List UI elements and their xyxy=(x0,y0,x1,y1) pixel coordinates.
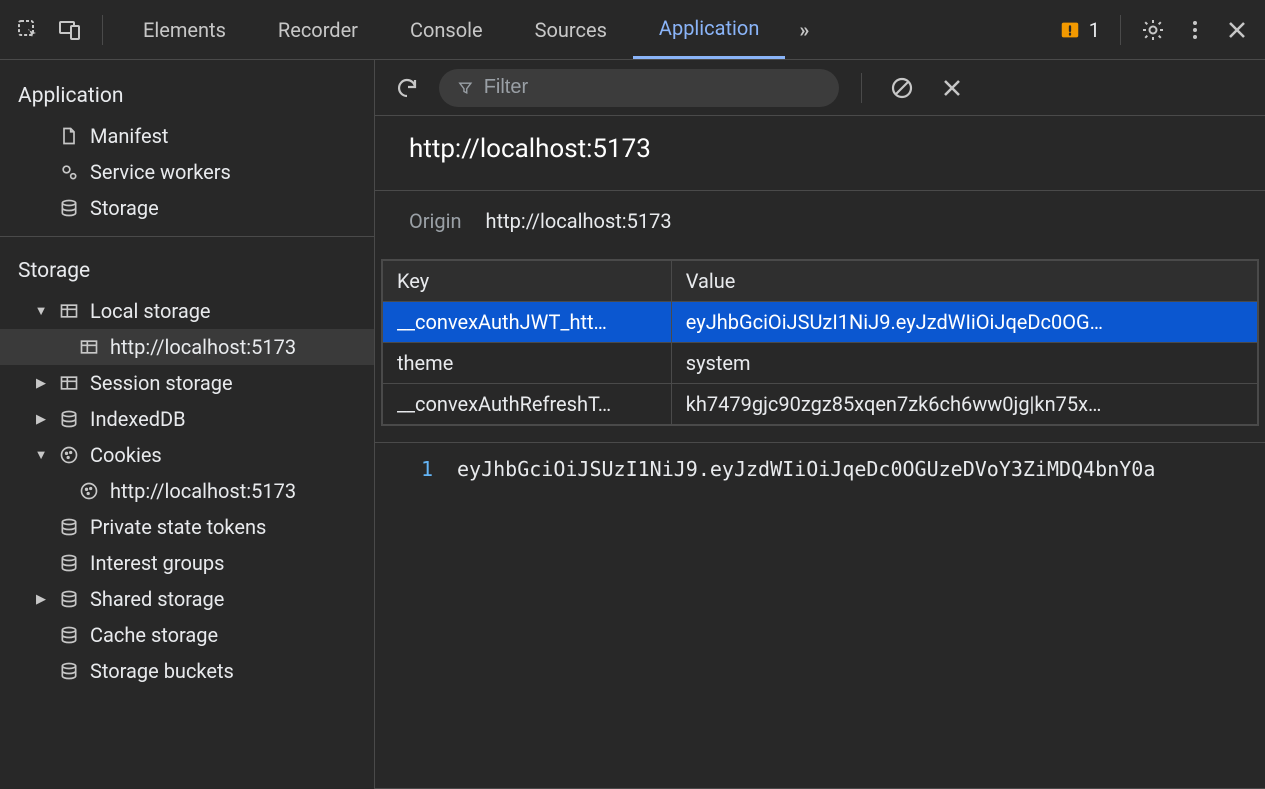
refresh-icon[interactable] xyxy=(389,70,425,106)
filter-icon xyxy=(457,79,474,97)
tab-console[interactable]: Console xyxy=(384,0,509,59)
chevron-right-icon: ▶ xyxy=(34,412,48,427)
close-icon[interactable] xyxy=(1219,12,1255,48)
sidebar-item-cookies-origin[interactable]: http://localhost:5173 xyxy=(0,473,374,509)
sidebar-item-label: Storage buckets xyxy=(90,659,234,683)
detail-value-text[interactable]: eyJhbGciOiJSUzI1NiJ9.eyJzdWIiOiJqeDc0OGU… xyxy=(457,457,1155,774)
sidebar-item-label: http://localhost:5173 xyxy=(110,479,296,503)
table-icon xyxy=(78,337,100,357)
cell-value: eyJhbGciOiJSUzI1NiJ9.eyJzdWIiOiJqeDc0OG… xyxy=(671,302,1257,343)
table-row[interactable]: theme system xyxy=(383,343,1258,384)
divider xyxy=(1120,15,1121,45)
filter-input[interactable] xyxy=(484,76,821,99)
file-icon xyxy=(58,126,80,146)
sidebar-item-session-storage[interactable]: ▶ Session storage xyxy=(0,365,374,401)
issues-badge[interactable]: 1 xyxy=(1053,18,1106,42)
sidebar-item-label: Storage xyxy=(90,196,159,220)
database-icon xyxy=(58,198,80,218)
content-pane: http://localhost:5173 Origin http://loca… xyxy=(375,60,1265,789)
table-icon xyxy=(58,301,80,321)
sidebar-item-indexeddb[interactable]: ▶ IndexedDB xyxy=(0,401,374,437)
sidebar-item-storage[interactable]: Storage xyxy=(0,190,374,226)
origin-label: Origin xyxy=(409,209,462,233)
sidebar-item-cookies[interactable]: ▼ Cookies xyxy=(0,437,374,473)
sidebar-item-label: http://localhost:5173 xyxy=(110,335,296,359)
tab-sources[interactable]: Sources xyxy=(509,0,633,59)
table-row[interactable]: __convexAuthJWT_htt… eyJhbGciOiJSUzI1NiJ… xyxy=(383,302,1258,343)
chevron-right-icon: ▶ xyxy=(34,592,48,607)
cell-key: theme xyxy=(383,343,672,384)
sidebar-item-label: Shared storage xyxy=(90,587,224,611)
sidebar-item-label: Private state tokens xyxy=(90,515,266,539)
column-value[interactable]: Value xyxy=(671,261,1257,302)
tab-application[interactable]: Application xyxy=(633,0,785,59)
sidebar-item-interest-groups[interactable]: Interest groups xyxy=(0,545,374,581)
cell-key: __convexAuthRefreshT… xyxy=(383,384,672,425)
cell-value: system xyxy=(671,343,1257,384)
sidebar-item-local-storage-origin[interactable]: http://localhost:5173 xyxy=(0,329,374,365)
origin-value: http://localhost:5173 xyxy=(486,209,672,233)
database-icon xyxy=(58,517,80,537)
sidebar-item-shared-storage[interactable]: ▶ Shared storage xyxy=(0,581,374,617)
delete-selected-icon[interactable] xyxy=(934,70,970,106)
kebab-menu-icon[interactable] xyxy=(1177,12,1213,48)
sidebar-item-label: Cache storage xyxy=(90,623,218,647)
divider xyxy=(102,15,103,45)
column-key[interactable]: Key xyxy=(383,261,672,302)
sidebar-item-private-state-tokens[interactable]: Private state tokens xyxy=(0,509,374,545)
filter-input-container[interactable] xyxy=(439,69,839,107)
cell-key: __convexAuthJWT_htt… xyxy=(383,302,672,343)
issues-count: 1 xyxy=(1089,18,1100,42)
device-toolbar-icon[interactable] xyxy=(52,12,88,48)
application-sidebar: Application Manifest Service workers Sto… xyxy=(0,60,375,789)
origin-header: http://localhost:5173 Origin http://loca… xyxy=(375,116,1265,259)
section-storage: Storage xyxy=(0,247,374,293)
database-icon xyxy=(58,589,80,609)
sidebar-item-service-workers[interactable]: Service workers xyxy=(0,154,374,190)
line-number: 1 xyxy=(393,457,433,774)
more-tabs-icon[interactable]: » xyxy=(785,18,823,42)
section-application: Application xyxy=(0,72,374,118)
sidebar-item-label: Cookies xyxy=(90,443,162,467)
tab-elements[interactable]: Elements xyxy=(117,0,252,59)
database-icon xyxy=(58,661,80,681)
clear-all-icon[interactable] xyxy=(884,70,920,106)
sidebar-item-label: Session storage xyxy=(90,371,233,395)
database-icon xyxy=(58,553,80,573)
sidebar-item-label: IndexedDB xyxy=(90,407,186,431)
settings-icon[interactable] xyxy=(1135,12,1171,48)
local-storage-table: Key Value __convexAuthJWT_htt… eyJhbGciO… xyxy=(381,259,1259,426)
page-title: http://localhost:5173 xyxy=(409,134,1231,164)
sidebar-item-local-storage[interactable]: ▼ Local storage xyxy=(0,293,374,329)
value-detail-pane: 1 eyJhbGciOiJSUzI1NiJ9.eyJzdWIiOiJqeDc0O… xyxy=(375,442,1265,788)
sidebar-item-label: Local storage xyxy=(90,299,211,323)
sidebar-item-label: Manifest xyxy=(90,124,168,148)
sidebar-item-manifest[interactable]: Manifest xyxy=(0,118,374,154)
sidebar-item-cache-storage[interactable]: Cache storage xyxy=(0,617,374,653)
chevron-down-icon: ▼ xyxy=(34,303,48,319)
table-row[interactable]: __convexAuthRefreshT… kh7479gjc90zgz85xq… xyxy=(383,384,1258,425)
gears-icon xyxy=(58,162,80,182)
cell-value: kh7479gjc90zgz85xqen7zk6ch6ww0jg|kn75x… xyxy=(671,384,1257,425)
database-icon xyxy=(58,625,80,645)
chevron-down-icon: ▼ xyxy=(34,447,48,463)
panel-tabs: Elements Recorder Console Sources Applic… xyxy=(117,0,823,59)
inspect-element-icon[interactable] xyxy=(10,12,46,48)
devtools-tab-bar: Elements Recorder Console Sources Applic… xyxy=(0,0,1265,60)
cookie-icon xyxy=(78,481,100,501)
storage-toolbar xyxy=(375,60,1265,116)
database-icon xyxy=(58,409,80,429)
divider xyxy=(861,73,862,103)
cookie-icon xyxy=(58,445,80,465)
sidebar-item-label: Interest groups xyxy=(90,551,224,575)
table-icon xyxy=(58,373,80,393)
sidebar-item-storage-buckets[interactable]: Storage buckets xyxy=(0,653,374,689)
chevron-right-icon: ▶ xyxy=(34,376,48,391)
sidebar-item-label: Service workers xyxy=(90,160,231,184)
tab-recorder[interactable]: Recorder xyxy=(252,0,384,59)
